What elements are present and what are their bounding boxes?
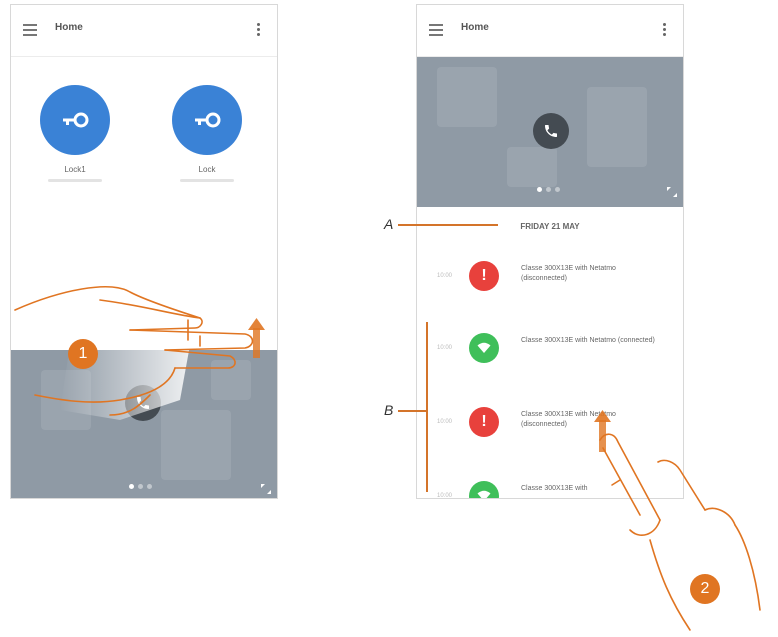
step-badge-1: 1 <box>68 339 98 369</box>
step-badge-2: 2 <box>690 574 720 604</box>
swipe-up-arrow-icon <box>248 318 265 358</box>
hand-gesture-icon <box>599 433 761 631</box>
swipe-up-arrow-icon <box>594 410 611 452</box>
gesture-overlay <box>14 286 761 631</box>
